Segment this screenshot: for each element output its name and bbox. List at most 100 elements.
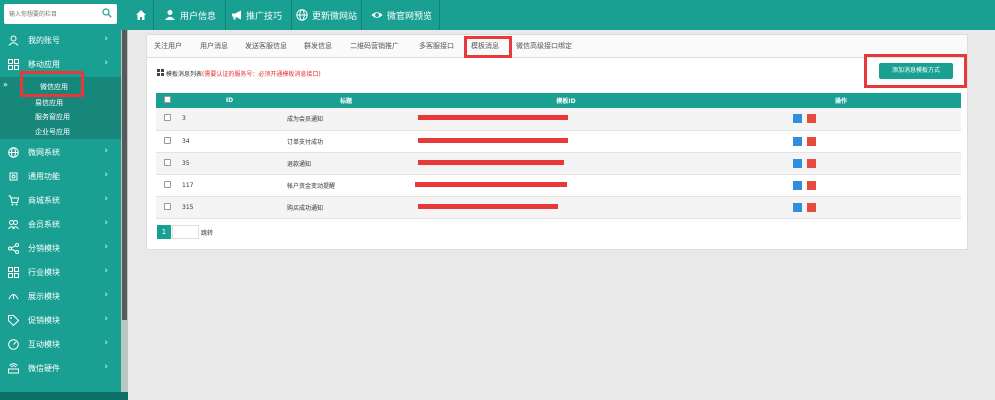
pager-go-button[interactable]: 跳转 <box>201 228 213 237</box>
redaction-bar <box>418 159 564 165</box>
tab-mass-message[interactable]: 群发信息 <box>304 41 332 51</box>
sidebar-item-wechat-hardware[interactable]: 微信硬件 › <box>0 357 121 381</box>
template-table: ID 标题 模板ID 操作 3 成为会员通知 34 订单支付成功 35 退款通知… <box>156 93 961 219</box>
sidebar-item-promotion[interactable]: 促销模块 › <box>0 309 121 333</box>
select-all-checkbox[interactable] <box>163 96 171 103</box>
select-all-cell <box>156 93 178 108</box>
tab-advanced-interface[interactable]: 微信高级接口绑定 <box>516 41 572 51</box>
delete-icon[interactable] <box>807 180 816 190</box>
redaction-bar <box>418 137 568 143</box>
apps-icon <box>8 59 19 70</box>
row-title: 帐户资金变动提醒 <box>281 174 411 197</box>
row-actions <box>721 152 961 175</box>
delete-icon[interactable] <box>807 158 816 168</box>
section-title-text: 模板消息列表 <box>166 71 203 78</box>
edit-icon[interactable] <box>793 202 802 212</box>
preview-official-site-button[interactable]: 微官网预览 <box>362 0 440 30</box>
tab-user-messages[interactable]: 用户消息 <box>200 41 228 51</box>
delete-icon[interactable] <box>807 114 816 124</box>
row-template-id <box>411 174 721 197</box>
chevron-right-icon: › <box>104 242 108 252</box>
redaction-bar <box>418 115 568 121</box>
tab-multi-service[interactable]: 多客服接口 <box>419 41 454 51</box>
display-icon <box>8 294 19 300</box>
sidebar-item-interaction[interactable]: 互动模块 › <box>0 333 121 357</box>
sub-item-enterprise-app[interactable]: 企业号应用 <box>35 127 70 137</box>
eye-icon <box>371 12 383 18</box>
section-title: 模板消息列表(需要认证的服务号：必须开通模板消息接口) <box>166 69 321 78</box>
chevron-right-icon: › <box>104 266 108 276</box>
search-icon[interactable] <box>102 8 112 18</box>
search-input[interactable] <box>4 4 99 24</box>
chevron-right-icon: › <box>104 58 108 68</box>
row-checkbox[interactable] <box>163 114 171 122</box>
promotion-tips-button[interactable]: 推广技巧 <box>226 0 292 30</box>
cart-icon <box>8 195 19 206</box>
sidebar-search <box>4 4 117 24</box>
row-checkbox[interactable] <box>163 136 171 144</box>
globe-icon <box>8 147 19 158</box>
sidebar-item-account[interactable]: 我的账号 › <box>0 29 121 53</box>
scrollbar-thumb[interactable] <box>122 30 127 320</box>
gauge-icon <box>8 339 19 350</box>
row-actions <box>721 196 961 219</box>
pager-page-input[interactable] <box>172 225 199 239</box>
sidebar-item-member-system[interactable]: 会员系统 › <box>0 213 121 237</box>
section-warning: (需要认证的服务号：必须开通模板消息接口) <box>202 71 321 78</box>
chevron-right-icon: › <box>104 338 108 348</box>
sub-item-yixin-app[interactable]: 易信应用 <box>35 98 63 108</box>
puzzle-icon <box>9 172 18 181</box>
row-title: 成为会员通知 <box>281 108 411 131</box>
chevron-right-icon: › <box>104 314 108 324</box>
row-select-cell <box>156 130 178 153</box>
top-nav-bar: 用户信息 推广技巧 更新微网站 微官网预览 <box>128 0 995 30</box>
sidebar-scrollbar[interactable] <box>121 30 128 400</box>
delete-icon[interactable] <box>807 136 816 146</box>
sub-item-service-window-app[interactable]: 服务窗应用 <box>35 112 70 122</box>
table-row: 3 成为会员通知 <box>156 108 961 131</box>
sidebar-item-label: 我的账号 <box>28 36 60 45</box>
row-checkbox[interactable] <box>163 158 171 166</box>
user-info-button[interactable]: 用户信息 <box>154 0 226 30</box>
row-select-cell <box>156 174 178 197</box>
home-button[interactable] <box>128 0 154 30</box>
row-actions <box>721 130 961 153</box>
edit-icon[interactable] <box>793 136 802 146</box>
sidebar-item-microsite[interactable]: 微网系统 › <box>0 141 121 165</box>
row-checkbox[interactable] <box>163 180 171 188</box>
table-row: 315 购买成功通知 <box>156 196 961 219</box>
sidebar-item-label: 移动应用 <box>28 60 60 69</box>
double-arrow-icon: » <box>3 80 8 89</box>
sidebar-item-industry[interactable]: 行业模块 › <box>0 261 121 285</box>
sidebar-item-common-functions[interactable]: 通用功能 › <box>0 165 121 189</box>
delete-icon[interactable] <box>807 202 816 212</box>
table-row: 117 帐户资金变动提醒 <box>156 174 961 197</box>
sidebar-item-label: 互动模块 <box>28 340 60 349</box>
table-header-row: ID 标题 模板ID 操作 <box>156 93 961 108</box>
edit-icon[interactable] <box>793 114 802 124</box>
sidebar-item-display[interactable]: 展示模块 › <box>0 285 121 309</box>
row-select-cell <box>156 196 178 219</box>
tab-followers[interactable]: 关注用户 <box>154 41 182 51</box>
chevron-right-icon: › <box>104 218 108 228</box>
edit-icon[interactable] <box>793 180 802 190</box>
megaphone-icon <box>232 10 241 20</box>
chevron-right-icon: › <box>104 146 108 156</box>
update-microsite-button[interactable]: 更新微网站 <box>292 0 362 30</box>
tab-send-service-message[interactable]: 发送客服信息 <box>245 41 287 51</box>
highlight-box-add-button <box>864 54 967 88</box>
chevron-right-icon: › <box>104 362 108 372</box>
row-template-id <box>411 108 721 131</box>
pager-current-page[interactable]: 1 <box>157 225 171 239</box>
edit-icon[interactable] <box>793 158 802 168</box>
sidebar-item-distribution[interactable]: 分销模块 › <box>0 237 121 261</box>
sidebar-item-mall-system[interactable]: 商城系统 › <box>0 189 121 213</box>
top-nav-label: 用户信息 <box>180 12 217 22</box>
column-header-template-id: 模板ID <box>411 93 721 108</box>
row-actions <box>721 108 961 131</box>
chevron-right-icon: › <box>104 290 108 300</box>
row-checkbox[interactable] <box>163 202 171 210</box>
tab-qrcode-marketing[interactable]: 二维码营销推广 <box>350 41 399 51</box>
sidebar-item-label: 行业模块 <box>28 268 60 277</box>
column-header-id: ID <box>178 93 281 108</box>
